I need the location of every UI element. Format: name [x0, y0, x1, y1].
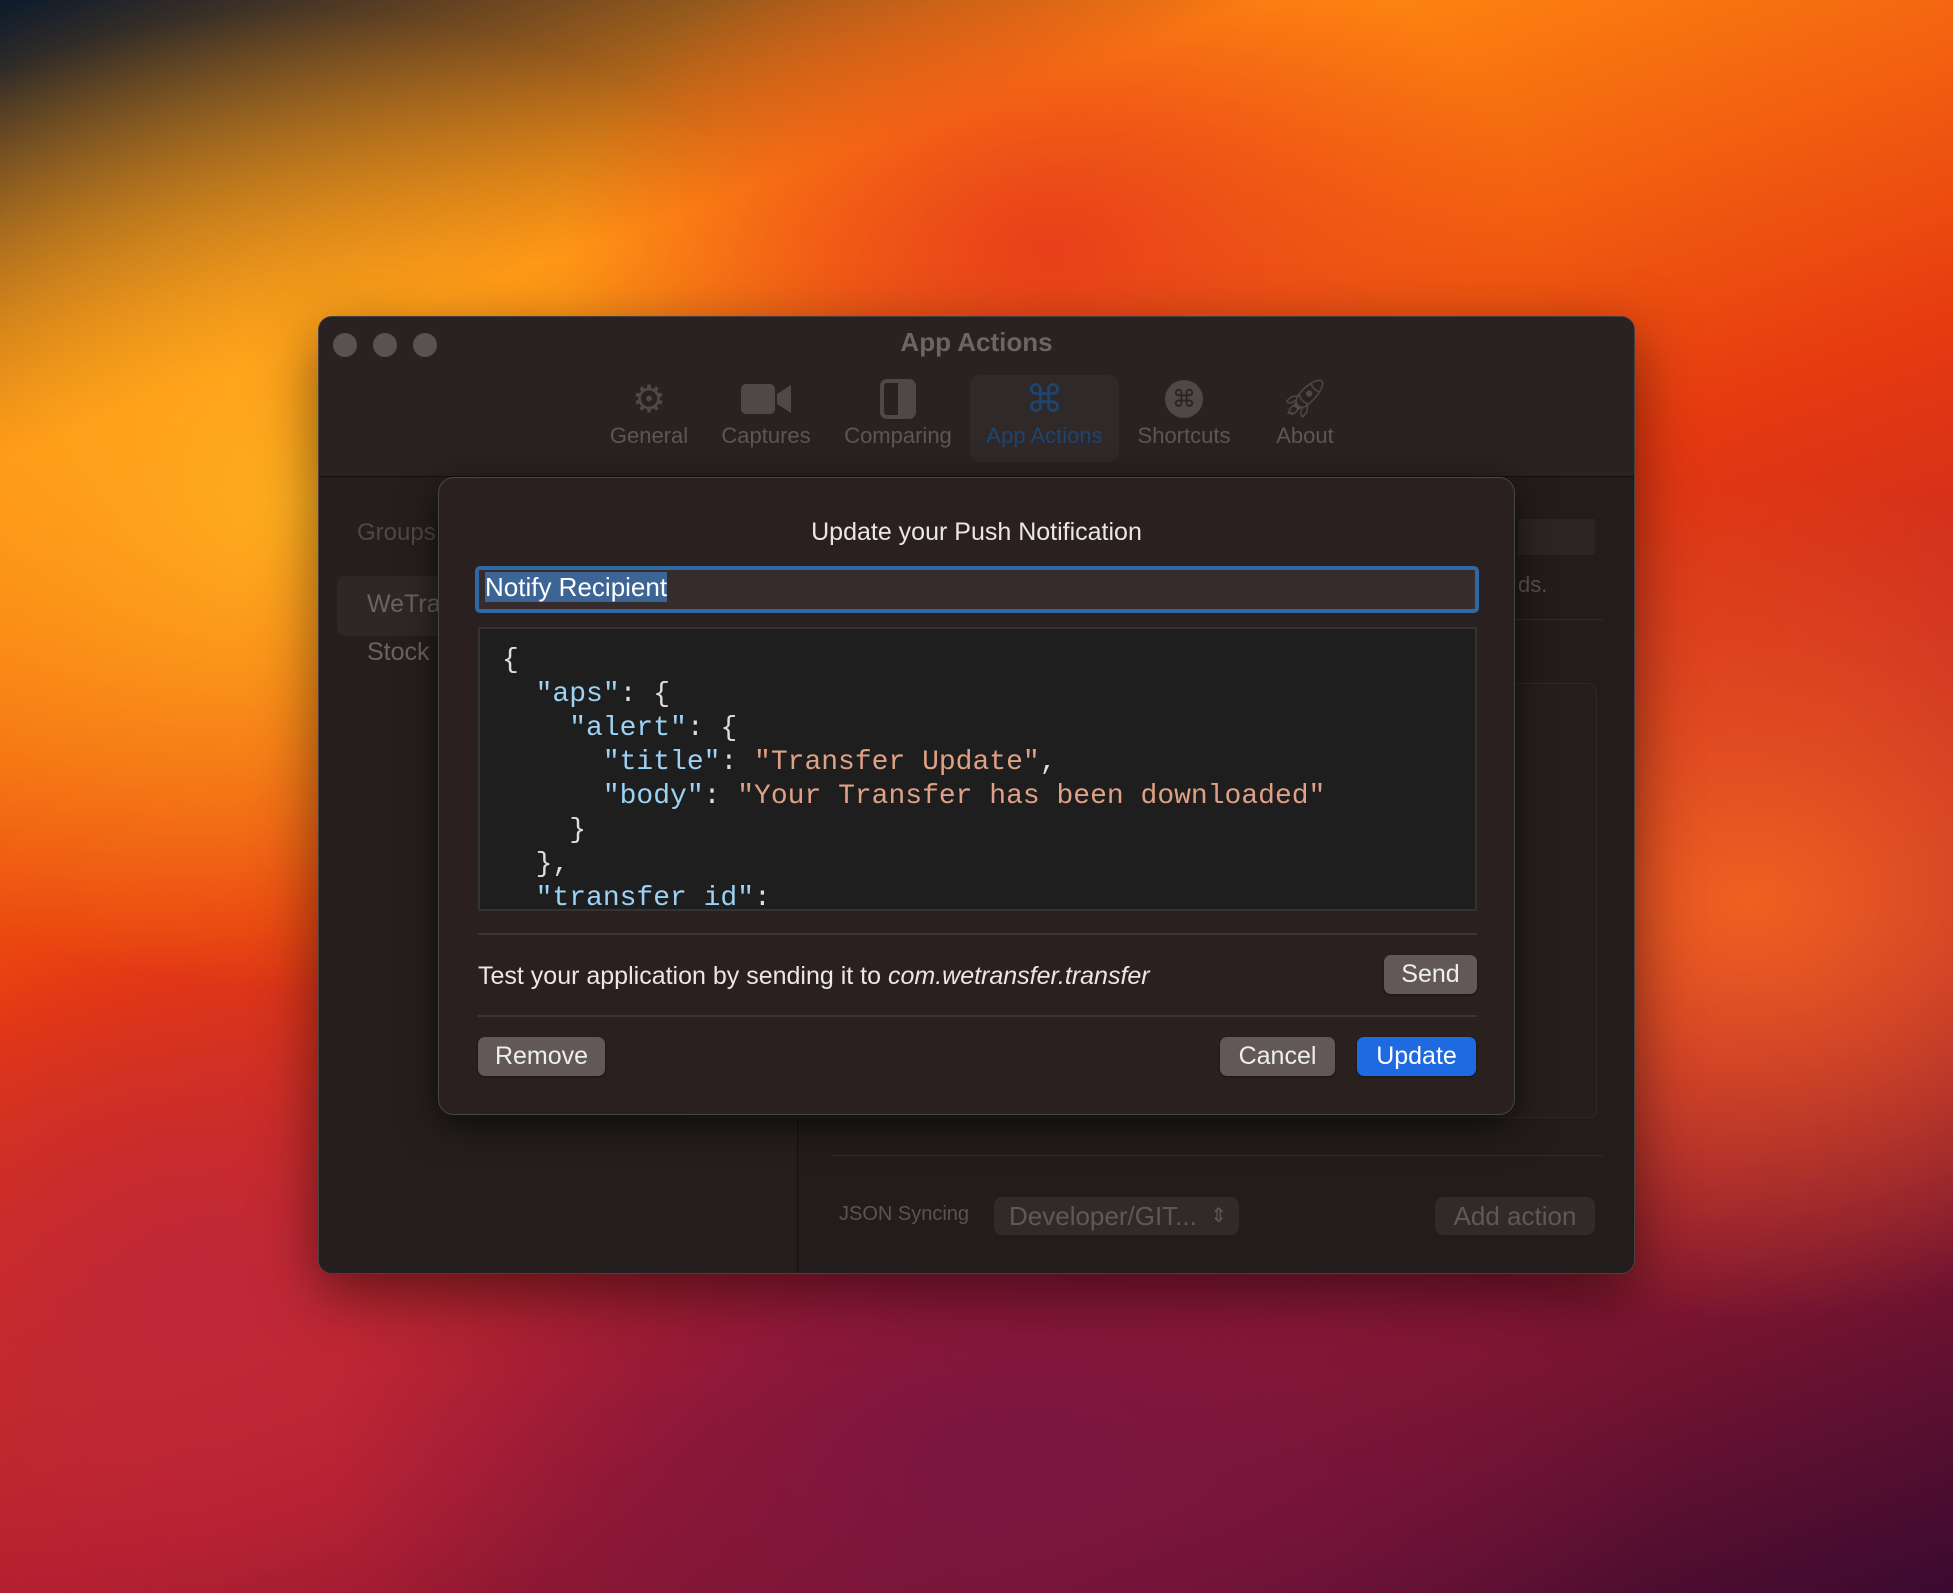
code-line: "alert": { — [502, 712, 1475, 746]
code-token: : { — [686, 713, 738, 744]
command-icon: ⌘ — [1025, 378, 1064, 421]
main-field[interactable] — [1518, 519, 1595, 555]
json-syncing-label: JSON Syncing — [839, 1203, 970, 1225]
sidebar-header: Groups — [357, 519, 436, 546]
code-token: "Transfer Update" — [754, 747, 1040, 778]
bundle-id: com.wetransfer.transfer — [887, 962, 1150, 990]
add-action-button[interactable]: Add action — [1435, 1197, 1595, 1235]
divider — [478, 1015, 1477, 1017]
code-line: "title": "Transfer Update", — [502, 746, 1475, 780]
tab-general[interactable]: ⚙ General — [599, 375, 699, 462]
window-title: App Actions — [900, 327, 1053, 357]
split-rectangle-icon — [839, 375, 957, 423]
code-line: } — [502, 814, 1475, 848]
tab-comparing[interactable]: Comparing — [839, 375, 957, 462]
code-token: } — [502, 815, 587, 846]
rocket-icon: 🚀︎ — [1280, 378, 1330, 420]
selected-text: Notify Recipient — [485, 572, 668, 602]
code-line: { — [502, 644, 1475, 678]
code-token: { — [502, 645, 519, 676]
code-token: : — [703, 781, 738, 812]
divider — [833, 1155, 1603, 1156]
code-token: "transfer id" — [502, 883, 755, 911]
main-description: ds. — [1518, 572, 1548, 597]
test-instructions: Test your application by sending it to c… — [478, 962, 1150, 991]
gear-icon: ⚙ — [631, 378, 667, 421]
command-circle-icon: ⌘ — [1129, 375, 1239, 423]
code-token: "aps" — [502, 679, 620, 710]
code-line: "body": "Your Transfer has been download… — [502, 780, 1475, 814]
test-text: Test your application by sending it to — [478, 962, 888, 990]
tab-app-actions[interactable]: ⌘ App Actions — [970, 375, 1119, 462]
notification-name-input[interactable]: Notify Recipient — [475, 566, 1479, 613]
code-line: "aps": { — [502, 678, 1475, 712]
update-push-notification-dialog: Update your Push Notification Notify Rec… — [438, 477, 1515, 1115]
remove-button[interactable]: Remove — [478, 1037, 605, 1076]
code-token: }, — [502, 849, 570, 880]
svg-text:⌘: ⌘ — [1172, 386, 1196, 413]
dialog-title: Update your Push Notification — [811, 518, 1142, 546]
cancel-button[interactable]: Cancel — [1220, 1037, 1335, 1076]
chevron-up-down-icon: ⇕ — [1210, 1205, 1227, 1227]
code-token: "body" — [502, 781, 704, 812]
json-syncing-value: Developer/GIT... — [1009, 1201, 1197, 1231]
code-line: "transfer id": — [502, 882, 1475, 911]
send-button[interactable]: Send — [1384, 955, 1477, 994]
tab-shortcuts[interactable]: ⌘ Shortcuts — [1129, 375, 1239, 462]
json-payload-editor[interactable]: { "aps": { "alert": { "title": "Transfer… — [478, 627, 1477, 911]
tab-about[interactable]: 🚀︎ About — [1255, 375, 1355, 462]
code-token: , — [1039, 747, 1057, 778]
update-button[interactable]: Update — [1357, 1037, 1476, 1076]
code-token: : { — [619, 679, 671, 710]
code-line: }, — [502, 848, 1475, 882]
video-camera-icon — [709, 375, 823, 423]
code-token: "title" — [502, 747, 721, 778]
code-token: "Your Transfer has been downloaded" — [737, 781, 1326, 812]
tab-captures[interactable]: Captures — [709, 375, 823, 462]
code-token: "alert" — [502, 713, 687, 744]
json-syncing-popup[interactable]: Developer/GIT... ⇕ — [994, 1197, 1239, 1235]
divider — [478, 933, 1477, 935]
code-token: : — [754, 883, 771, 911]
toolbar: App Actions ⚙ General Captures Comparing … — [319, 317, 1634, 477]
code-token: : — [720, 747, 755, 778]
